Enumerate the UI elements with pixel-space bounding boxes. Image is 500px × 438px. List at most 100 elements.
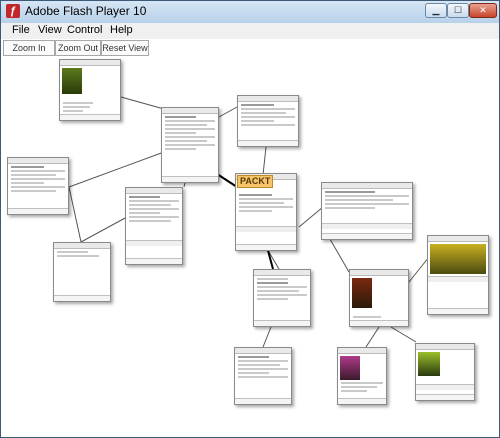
graph-node-entity[interactable]: [321, 182, 413, 240]
node-footer: [416, 394, 474, 400]
node-text-line: [238, 364, 280, 366]
node-text-line: [165, 136, 215, 138]
node-text-line: [239, 198, 293, 200]
graph-node-book[interactable]: [415, 343, 475, 401]
node-text-line: [238, 376, 288, 378]
node-footer: [350, 320, 408, 326]
graph-node-entity[interactable]: [161, 107, 219, 183]
node-text-line: [165, 132, 196, 134]
node-section: [236, 226, 296, 232]
node-text-line: [241, 112, 286, 114]
node-text-line: [325, 191, 375, 193]
menu-control[interactable]: Control: [67, 24, 102, 36]
node-text-line: [241, 124, 295, 126]
graph-node-entity[interactable]: [237, 95, 299, 147]
node-section: [126, 240, 182, 246]
node-footer: [428, 308, 488, 314]
graph-node-book[interactable]: [427, 235, 489, 315]
node-text-line: [341, 386, 377, 388]
node-text-line: [241, 108, 295, 110]
menu-bar: File View Control Help: [1, 23, 499, 40]
node-header: [338, 348, 386, 354]
graph-node-entity[interactable]: [234, 347, 292, 405]
menu-view[interactable]: View: [38, 24, 62, 36]
node-text-line: [257, 286, 307, 288]
node-text-line: [11, 182, 44, 184]
node-header: [60, 60, 120, 66]
node-text-line: [165, 120, 215, 122]
node-footer: [8, 208, 68, 214]
node-text-line: [129, 200, 179, 202]
node-text-line: [11, 170, 65, 172]
link-line: [68, 151, 165, 188]
node-header: [238, 96, 298, 102]
node-text-line: [325, 203, 409, 205]
node-header: [322, 183, 412, 189]
minimize-button[interactable]: ▁: [425, 3, 447, 18]
link-line: [68, 186, 82, 243]
link-line: [365, 326, 380, 348]
node-text-line: [11, 166, 44, 168]
link-line: [218, 106, 238, 118]
node-text-line: [325, 199, 393, 201]
packt-logo: PACKT: [237, 175, 274, 188]
node-text-line: [11, 178, 65, 180]
node-header: [416, 344, 474, 350]
node-text-line: [57, 251, 88, 253]
maximize-button[interactable]: ☐: [447, 3, 469, 18]
node-header: [428, 236, 488, 242]
node-text-line: [129, 196, 160, 198]
node-text-line: [341, 390, 368, 392]
node-text-line: [239, 210, 272, 212]
graph-node-book[interactable]: [337, 347, 387, 405]
book-cover-image: [418, 352, 440, 376]
menu-help[interactable]: Help: [110, 24, 133, 36]
node-header: [350, 270, 408, 276]
node-text-line: [239, 194, 272, 196]
zoom-out-button[interactable]: Zoom Out: [55, 40, 101, 56]
node-text-line: [165, 140, 207, 142]
zoom-in-button[interactable]: Zoom In: [3, 40, 55, 56]
menu-file[interactable]: File: [12, 24, 30, 36]
toolbar: Zoom In Zoom Out Reset View: [1, 39, 499, 57]
node-text-line: [165, 128, 215, 130]
window-title: Adobe Flash Player 10: [25, 4, 147, 18]
node-text-line: [257, 290, 299, 292]
node-text-line: [165, 148, 196, 150]
graph-canvas[interactable]: PACKT: [1, 57, 499, 437]
node-text-line: [129, 204, 171, 206]
node-header: [8, 158, 68, 164]
node-text-line: [129, 208, 179, 210]
node-text-line: [129, 220, 171, 222]
close-button[interactable]: ✕: [469, 3, 497, 18]
node-text-line: [238, 360, 288, 362]
graph-node-book[interactable]: [59, 59, 121, 121]
graph-node-entity[interactable]: [125, 187, 183, 265]
title-bar[interactable]: ƒ Adobe Flash Player 10 ▁ ☐ ✕: [1, 1, 499, 24]
node-footer: [162, 176, 218, 182]
node-text-line: [165, 116, 196, 118]
graph-node-entity[interactable]: [53, 242, 111, 302]
node-text-line: [239, 206, 293, 208]
node-text-line: [11, 174, 56, 176]
graph-node-entity[interactable]: [7, 157, 69, 215]
node-text-line: [325, 195, 409, 197]
graph-node-book[interactable]: [349, 269, 409, 327]
reset-view-button[interactable]: Reset View: [101, 40, 149, 56]
node-footer: [254, 320, 310, 326]
node-footer: [238, 140, 298, 146]
node-text-line: [238, 356, 269, 358]
node-text-line: [341, 382, 383, 384]
node-footer: [54, 295, 110, 301]
node-header: [254, 270, 310, 276]
node-text-line: [11, 190, 56, 192]
link-line: [120, 96, 165, 110]
node-text-line: [241, 120, 274, 122]
node-text-line: [257, 294, 307, 296]
book-cover-image: [352, 278, 372, 308]
app-window: ƒ Adobe Flash Player 10 ▁ ☐ ✕ File View …: [0, 0, 500, 438]
graph-node-entity[interactable]: [253, 269, 311, 327]
node-text-line: [57, 255, 99, 257]
node-section: [428, 276, 488, 282]
node-footer: [236, 244, 296, 250]
